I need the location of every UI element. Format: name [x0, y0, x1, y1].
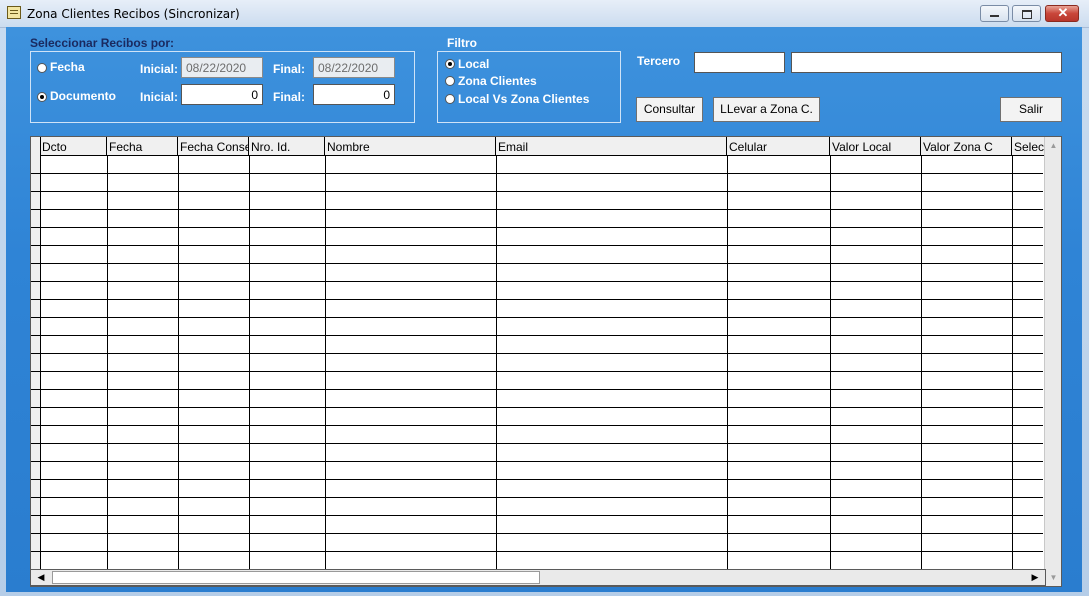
title-bar[interactable]: Zona Clientes Recibos (Sincronizar) ✕: [0, 0, 1089, 28]
grid-row-divider: [31, 515, 1043, 516]
grid-row-divider: [31, 281, 1043, 282]
grid-row-divider: [31, 173, 1043, 174]
grid-row-divider: [31, 497, 1043, 498]
scroll-right-icon[interactable]: ▶: [1027, 570, 1043, 585]
minimize-button[interactable]: [980, 5, 1009, 22]
scroll-left-icon[interactable]: ◀: [33, 570, 49, 585]
grid-row-divider: [31, 263, 1043, 264]
col-email[interactable]: Email: [496, 137, 727, 155]
grid-row-divider: [31, 443, 1043, 444]
window-title: Zona Clientes Recibos (Sincronizar): [27, 7, 240, 21]
fecha-inicial-field[interactable]: 08/22/2020: [181, 57, 263, 78]
col-seleccionar[interactable]: Seleccionar: [1012, 137, 1044, 155]
horizontal-scroll-thumb[interactable]: [52, 571, 540, 584]
doc-final-field[interactable]: 0: [313, 84, 395, 105]
filtro-local-vs-label[interactable]: Local Vs Zona Clientes: [458, 92, 589, 106]
grid-row-divider: [31, 335, 1043, 336]
col-valor-zona-c[interactable]: Valor Zona C: [921, 137, 1012, 155]
grid-row-divider: [31, 407, 1043, 408]
filtro-zona-radio[interactable]: [445, 76, 455, 86]
fecha-inicial-label: Inicial:: [140, 62, 179, 76]
horizontal-scrollbar[interactable]: ◀ ▶: [30, 569, 1046, 586]
grid-row-divider: [31, 191, 1043, 192]
grid-row-divider: [31, 389, 1043, 390]
form-client-area: Seleccionar Recibos por: Fecha Documento…: [6, 27, 1082, 592]
filtro-zona-label[interactable]: Zona Clientes: [458, 74, 537, 88]
grid-row-divider: [31, 209, 1043, 210]
filtro-local-label[interactable]: Local: [458, 57, 489, 71]
grid-row-divider: [31, 227, 1043, 228]
app-icon: [7, 6, 21, 19]
fecha-final-field[interactable]: 08/22/2020: [313, 57, 395, 78]
col-valor-local[interactable]: Valor Local: [830, 137, 921, 155]
fecha-radio-label[interactable]: Fecha: [50, 60, 85, 74]
fecha-final-label: Final:: [273, 62, 305, 76]
col-nro-id[interactable]: Nro. Id.: [249, 137, 325, 155]
grid-row-divider: [31, 371, 1043, 372]
filtro-local-vs-radio[interactable]: [445, 94, 455, 104]
col-fecha-consecutivo[interactable]: Fecha Consecutivo: [178, 137, 249, 155]
close-icon: ✕: [1057, 5, 1069, 20]
grid-row-divider: [31, 425, 1043, 426]
grid-row-divider: [31, 245, 1043, 246]
tercero-name-field[interactable]: [791, 52, 1062, 73]
doc-final-label: Final:: [273, 90, 305, 104]
doc-inicial-field[interactable]: 0: [181, 84, 263, 105]
documento-radio-label[interactable]: Documento: [50, 89, 116, 103]
fecha-radio[interactable]: [37, 63, 47, 73]
row-header-column: [31, 137, 41, 586]
llevar-zona-button[interactable]: LLevar a Zona C.: [713, 97, 820, 122]
documento-radio[interactable]: [37, 92, 47, 102]
consultar-button[interactable]: Consultar: [636, 97, 703, 122]
col-nombre[interactable]: Nombre: [325, 137, 496, 155]
maximize-button[interactable]: [1012, 5, 1041, 22]
grid-header: Dcto Fecha Fecha Consecutivo Nro. Id. No…: [31, 137, 1061, 156]
doc-inicial-label: Inicial:: [140, 90, 179, 104]
grid-row-divider: [31, 461, 1043, 462]
grid-row-divider: [31, 551, 1043, 552]
col-fecha[interactable]: Fecha: [107, 137, 178, 155]
col-dcto[interactable]: Dcto: [40, 137, 107, 155]
tercero-label: Tercero: [637, 54, 681, 68]
grid-row-divider: [31, 353, 1043, 354]
grid-row-divider: [31, 317, 1043, 318]
receipts-grid[interactable]: Dcto Fecha Fecha Consecutivo Nro. Id. No…: [30, 136, 1062, 587]
grid-row-divider: [31, 299, 1043, 300]
grid-row-divider: [31, 479, 1043, 480]
filtro-heading: Filtro: [447, 36, 477, 50]
col-celular[interactable]: Celular: [727, 137, 830, 155]
salir-button[interactable]: Salir: [1000, 97, 1062, 122]
grid-row-divider: [31, 533, 1043, 534]
scroll-up-icon[interactable]: ▲: [1045, 137, 1061, 154]
filtro-local-radio[interactable]: [445, 59, 455, 69]
scroll-down-icon[interactable]: ▼: [1045, 569, 1061, 586]
select-by-heading: Seleccionar Recibos por:: [30, 36, 175, 50]
vertical-scrollbar[interactable]: ▲ ▼: [1044, 137, 1061, 586]
tercero-code-field[interactable]: [694, 52, 785, 73]
close-button[interactable]: ✕: [1045, 5, 1079, 22]
